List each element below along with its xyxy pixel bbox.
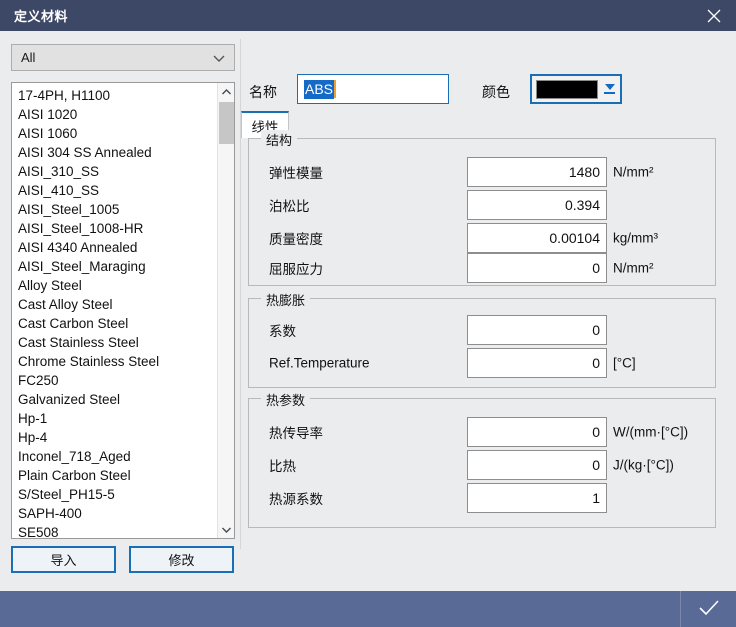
field-label: 弹性模量 xyxy=(269,166,323,181)
field-label: 屈服应力 xyxy=(269,262,323,277)
field-label: 热传导率 xyxy=(269,426,323,441)
expansion-coefficient-input[interactable]: 0 xyxy=(467,315,607,345)
tabstrip: 线性 xyxy=(241,111,721,138)
scrollbar-thumb[interactable] xyxy=(219,102,234,144)
color-swatch xyxy=(536,79,598,99)
import-button[interactable]: 导入 xyxy=(11,546,116,573)
field-ref-temperature: Ref.Temperature 0 [°C] xyxy=(249,348,717,378)
list-item[interactable]: Galvanized Steel xyxy=(12,390,218,409)
list-item[interactable]: Inconel_718_Aged xyxy=(12,447,218,466)
yield-stress-input[interactable]: 0 xyxy=(467,253,607,283)
field-unit: W/(mm·[°C]) xyxy=(613,424,689,440)
list-item[interactable]: Plain Carbon Steel xyxy=(12,466,218,485)
scroll-down-button[interactable] xyxy=(218,521,234,538)
ref-temperature-input[interactable]: 0 xyxy=(467,348,607,378)
list-item[interactable]: Chrome Stainless Steel xyxy=(12,352,218,371)
chevron-down-icon xyxy=(212,53,226,63)
list-item[interactable]: S/Steel_PH15-5 xyxy=(12,485,218,504)
list-item[interactable]: AISI 4340 Annealed xyxy=(12,238,218,257)
material-list-items: 17-4PH, H1100 AISI 1020 AISI 1060 AISI 304 … xyxy=(12,83,218,538)
field-thermal-conductivity: 热传导率 0 W/(mm·[°C]) xyxy=(249,417,717,447)
chevron-down-icon xyxy=(221,522,232,537)
name-input[interactable]: ABS xyxy=(297,74,449,104)
list-item[interactable]: AISI_410_SS xyxy=(12,181,218,200)
field-yield-stress: 屈服应力 0 N/mm² xyxy=(249,253,717,283)
list-item[interactable]: Cast Stainless Steel xyxy=(12,333,218,352)
list-item[interactable]: AISI 304 SS Annealed xyxy=(12,143,218,162)
poisson-ratio-input[interactable]: 0.394 xyxy=(467,190,607,220)
field-unit: N/mm² xyxy=(613,164,654,180)
group-thermal-expansion: 热膨胀 系数 0 Ref.Temperature 0 [°C] xyxy=(248,290,717,388)
list-item[interactable]: SE508 xyxy=(12,523,218,538)
property-panel: 结构 弹性模量 1480 N/mm² 泊松比 0.394 质量密度 0.0010… xyxy=(248,130,717,528)
field-label: 热源系数 xyxy=(269,492,323,507)
group-thermal-expansion-title: 热膨胀 xyxy=(261,290,311,309)
field-heat-source-coefficient: 热源系数 1 xyxy=(249,483,717,513)
ok-button[interactable] xyxy=(680,591,736,627)
left-button-row: 导入 修改 xyxy=(11,546,235,573)
dialog-body: All 17-4PH, H1100 AISI 1020 AISI 1060 AISI … xyxy=(0,31,736,591)
close-button[interactable] xyxy=(692,0,736,31)
field-label: 质量密度 xyxy=(269,232,323,247)
field-poisson-ratio: 泊松比 0.394 xyxy=(249,190,717,220)
close-icon xyxy=(707,9,721,23)
field-label: Ref.Temperature xyxy=(269,355,370,371)
list-item[interactable]: AISI 1020 xyxy=(12,105,218,124)
checkmark-icon xyxy=(698,599,720,620)
group-structure-title: 结构 xyxy=(261,130,298,149)
list-item[interactable]: 17-4PH, H1100 xyxy=(12,86,218,105)
color-picker[interactable] xyxy=(530,74,622,104)
field-unit: [°C] xyxy=(613,355,636,371)
list-item[interactable]: Alloy Steel xyxy=(12,276,218,295)
field-label: 比热 xyxy=(269,459,296,474)
list-item[interactable]: Cast Alloy Steel xyxy=(12,295,218,314)
list-item[interactable]: AISI_Steel_1008-HR xyxy=(12,219,218,238)
chevron-up-icon xyxy=(221,84,232,99)
list-item[interactable]: Hp-4 xyxy=(12,428,218,447)
specific-heat-input[interactable]: 0 xyxy=(467,450,607,480)
field-specific-heat: 比热 0 J/(kg·[°C]) xyxy=(249,450,717,480)
list-item[interactable]: Cast Carbon Steel xyxy=(12,314,218,333)
list-item[interactable]: Hp-1 xyxy=(12,409,218,428)
define-material-dialog: 定义材料 All 17-4PH, H1100 AISI 1020 AISI 1060… xyxy=(0,0,736,627)
elastic-modulus-input[interactable]: 1480 xyxy=(467,157,607,187)
window-title: 定义材料 xyxy=(14,9,69,24)
list-item[interactable]: AISI_Steel_Maraging xyxy=(12,257,218,276)
dropdown-arrow-icon[interactable] xyxy=(604,84,615,94)
name-input-value: ABS xyxy=(304,79,335,99)
material-list-scrollbar[interactable] xyxy=(217,83,234,538)
material-listbox[interactable]: 17-4PH, H1100 AISI 1020 AISI 1060 AISI 304 … xyxy=(11,82,235,539)
heat-source-coefficient-input[interactable]: 1 xyxy=(467,483,607,513)
material-filter-combo[interactable]: All xyxy=(11,44,235,71)
list-item[interactable]: AISI 1060 xyxy=(12,124,218,143)
list-item[interactable]: SAPH-400 xyxy=(12,504,218,523)
mass-density-input[interactable]: 0.00104 xyxy=(467,223,607,253)
group-structure: 结构 弹性模量 1480 N/mm² 泊松比 0.394 质量密度 0.0010… xyxy=(248,130,717,286)
group-thermal-parameters-title: 热参数 xyxy=(261,390,311,409)
list-item[interactable]: FC250 xyxy=(12,371,218,390)
field-mass-density: 质量密度 0.00104 kg/mm³ xyxy=(249,223,717,253)
field-elastic-modulus: 弹性模量 1480 N/mm² xyxy=(249,157,717,187)
thermal-conductivity-input[interactable]: 0 xyxy=(467,417,607,447)
titlebar: 定义材料 xyxy=(0,0,736,31)
list-item[interactable]: AISI_310_SS xyxy=(12,162,218,181)
scroll-up-button[interactable] xyxy=(218,83,234,100)
field-expansion-coefficient: 系数 0 xyxy=(249,315,717,345)
text-caret xyxy=(334,80,337,98)
material-filter-value: All xyxy=(21,50,36,65)
field-label: 泊松比 xyxy=(269,199,310,214)
field-unit: J/(kg·[°C]) xyxy=(613,457,674,473)
modify-button[interactable]: 修改 xyxy=(129,546,234,573)
name-label: 名称 xyxy=(249,84,277,100)
list-item[interactable]: AISI_Steel_1005 xyxy=(12,200,218,219)
field-unit: N/mm² xyxy=(613,260,654,276)
field-label: 系数 xyxy=(269,324,296,339)
color-label: 颜色 xyxy=(482,84,510,100)
group-thermal-parameters: 热参数 热传导率 0 W/(mm·[°C]) 比热 0 J/(kg·[°C]) … xyxy=(248,390,717,528)
field-unit: kg/mm³ xyxy=(613,230,658,246)
bottom-bar xyxy=(0,591,736,627)
